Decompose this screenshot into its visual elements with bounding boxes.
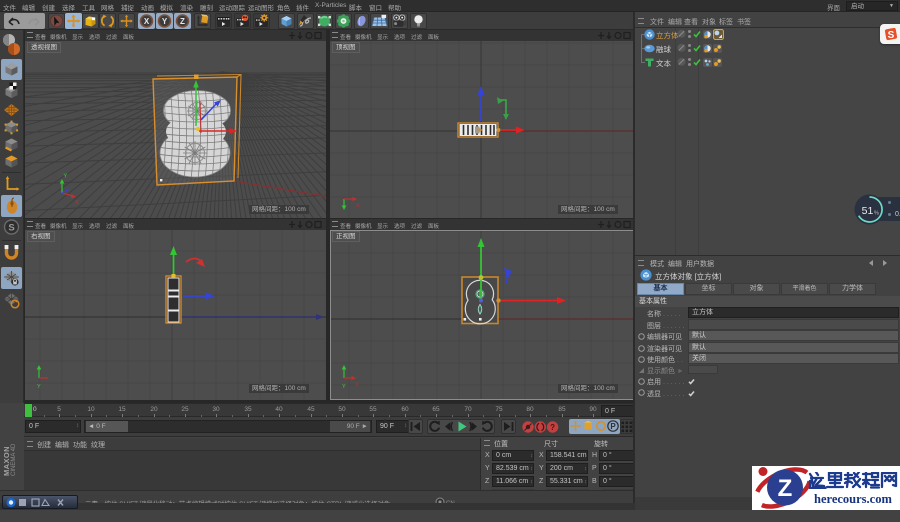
- svg-text:Z: Z: [778, 475, 793, 502]
- svg-text:X: X: [144, 17, 150, 26]
- svg-text:P: P: [610, 422, 616, 431]
- svg-text:51: 51: [862, 205, 874, 217]
- svg-text:X: X: [75, 200, 79, 206]
- svg-text:?: ?: [550, 423, 555, 432]
- svg-text:S: S: [8, 222, 14, 233]
- svg-text:X: X: [355, 382, 359, 388]
- svg-text:Y: Y: [162, 17, 168, 26]
- svg-text:S: S: [888, 30, 895, 41]
- svg-text:%: %: [874, 211, 879, 217]
- svg-text:Y: Y: [64, 174, 68, 180]
- svg-text:Z: Z: [180, 17, 185, 26]
- svg-text:X: X: [356, 203, 360, 209]
- svg-text:Y: Y: [342, 384, 346, 390]
- svg-text:Y: Y: [37, 384, 41, 390]
